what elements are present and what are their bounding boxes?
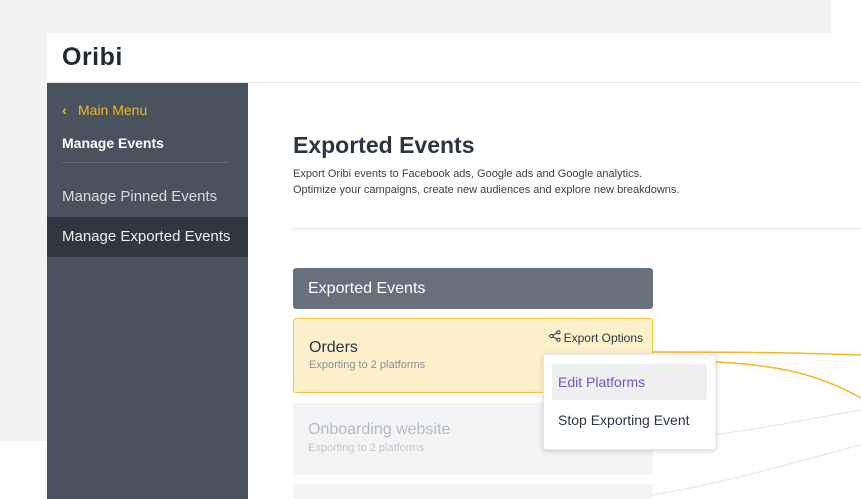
section-divider — [293, 228, 861, 229]
event-name: Onboarding website — [308, 421, 451, 438]
sidebar-title: Manage Events — [62, 135, 164, 151]
event-status: Exporting to 2 platforms — [309, 359, 426, 371]
exported-events-list-header: Exported Events — [293, 268, 653, 309]
export-options-button[interactable]: Export Options — [549, 330, 643, 345]
backdrop-top — [0, 0, 831, 33]
brand-logo[interactable]: Oribi — [62, 43, 123, 72]
share-nodes-icon: ∞ — [552, 494, 561, 499]
share-nodes-icon — [549, 330, 561, 345]
menu-item-stop-exporting-event[interactable]: Stop Exporting Event — [552, 402, 707, 438]
backdrop-left — [0, 33, 47, 441]
back-link-label: Main Menu — [78, 102, 148, 118]
page-description-line-2: Optimize your campaigns, create new audi… — [293, 184, 680, 196]
page-title: Exported Events — [293, 132, 475, 158]
back-to-main-menu-link[interactable]: ‹ Main Menu — [62, 102, 147, 118]
connector-line — [652, 444, 861, 496]
chevron-left-icon: ‹ — [62, 102, 67, 118]
event-status: Exporting to 2 platforms — [308, 442, 425, 454]
app-header: Oribi — [47, 33, 861, 83]
sidebar-item-manage-exported-events[interactable]: Manage Exported Events — [47, 217, 248, 257]
screen: Oribi ‹ Main Menu Manage Events Manage Pi… — [0, 0, 861, 499]
export-options-dropdown: Edit Platforms Stop Exporting Event — [543, 354, 716, 450]
sidebar: ‹ Main Menu Manage Events Manage Pinned E… — [47, 83, 248, 499]
sidebar-item-manage-pinned-events[interactable]: Manage Pinned Events — [47, 177, 248, 217]
event-name: Orders — [309, 339, 358, 356]
menu-item-edit-platforms[interactable]: Edit Platforms — [552, 364, 707, 400]
event-card-partial[interactable]: ∞ — [293, 484, 653, 499]
page-description-line-1: Export Oribi events to Facebook ads, Goo… — [293, 168, 643, 180]
sidebar-divider — [62, 162, 228, 163]
export-options-label: Export Options — [563, 330, 643, 345]
connector-line — [715, 361, 861, 399]
